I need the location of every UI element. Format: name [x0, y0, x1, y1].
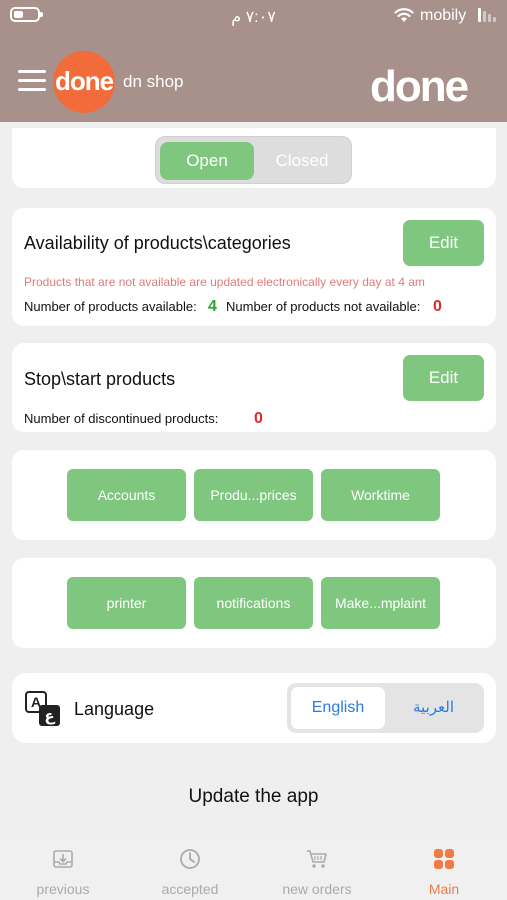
tab-previous-label: previous — [36, 881, 90, 897]
store-status-toggle: Open Closed — [155, 136, 352, 184]
discontinued-count: 0 — [254, 410, 263, 427]
carrier-name: mobily — [420, 7, 467, 24]
hamburger-menu-icon[interactable] — [18, 70, 46, 92]
inbox-icon — [53, 850, 73, 868]
printer-button[interactable]: printer — [67, 577, 186, 629]
shop-name: dn shop — [123, 72, 184, 91]
unavailable-count: 0 — [433, 298, 442, 315]
stop-start-title: Stop\start products — [24, 369, 176, 389]
closed-option[interactable]: Closed — [256, 142, 348, 180]
bottom-tab-bar: previous accepted new orders Main — [0, 838, 507, 900]
tab-previous[interactable]: previous — [0, 838, 126, 900]
availability-edit-button[interactable]: Edit — [403, 220, 484, 266]
update-app-link[interactable]: Update the app — [0, 786, 507, 808]
app-header: ٧:٠٧ م mobily done dn shop done — [0, 0, 507, 122]
cart-icon — [307, 850, 327, 868]
actions-card-1: Accounts Produ...prices Worktime — [12, 450, 496, 540]
store-status-card: Open Closed — [12, 128, 496, 188]
signal-icon — [478, 8, 498, 22]
brand-logo: done — [370, 62, 469, 111]
svg-text:ع: ع — [44, 707, 55, 725]
translate-icon: A ع — [25, 691, 60, 726]
status-bar: ٧:٠٧ م mobily — [0, 0, 507, 34]
tab-main-label: Main — [428, 881, 460, 897]
notifications-button[interactable]: notifications — [194, 577, 313, 629]
language-card: A ع Language English العربية — [12, 673, 496, 743]
available-count: 4 — [208, 298, 217, 315]
clock-icon — [180, 849, 200, 869]
open-option[interactable]: Open — [160, 142, 254, 180]
availability-card: Availability of products\categories Edit… — [12, 208, 496, 326]
availability-note: Products that are not available are upda… — [24, 275, 425, 289]
availability-title: Availability of products\categories — [24, 233, 291, 253]
language-toggle: English العربية — [287, 683, 484, 733]
shop-logo-text: done — [54, 66, 114, 96]
tab-new-orders-label: new orders — [282, 881, 352, 897]
stop-start-edit-button[interactable]: Edit — [403, 355, 484, 401]
arabic-option[interactable]: العربية — [387, 687, 480, 729]
grid-icon — [434, 849, 454, 869]
worktime-button[interactable]: Worktime — [321, 469, 440, 521]
tab-accepted[interactable]: accepted — [127, 838, 253, 900]
unavailable-label: Number of products not available: — [226, 299, 421, 314]
wifi-icon — [394, 8, 414, 22]
available-label: Number of products available: — [24, 299, 197, 314]
discontinued-label: Number of discontinued products: — [24, 411, 219, 426]
tab-accepted-label: accepted — [161, 881, 219, 897]
stop-start-card: Stop\start products Edit Number of disco… — [12, 343, 496, 432]
tab-new-orders[interactable]: new orders — [254, 838, 380, 900]
make-complaint-button[interactable]: Make...mplaint — [321, 577, 440, 629]
actions-card-2: printer notifications Make...mplaint — [12, 558, 496, 648]
tab-main[interactable]: Main — [381, 838, 507, 900]
product-prices-button[interactable]: Produ...prices — [194, 469, 313, 521]
english-option[interactable]: English — [291, 687, 385, 729]
accounts-button[interactable]: Accounts — [67, 469, 186, 521]
language-label: Language — [74, 699, 155, 719]
